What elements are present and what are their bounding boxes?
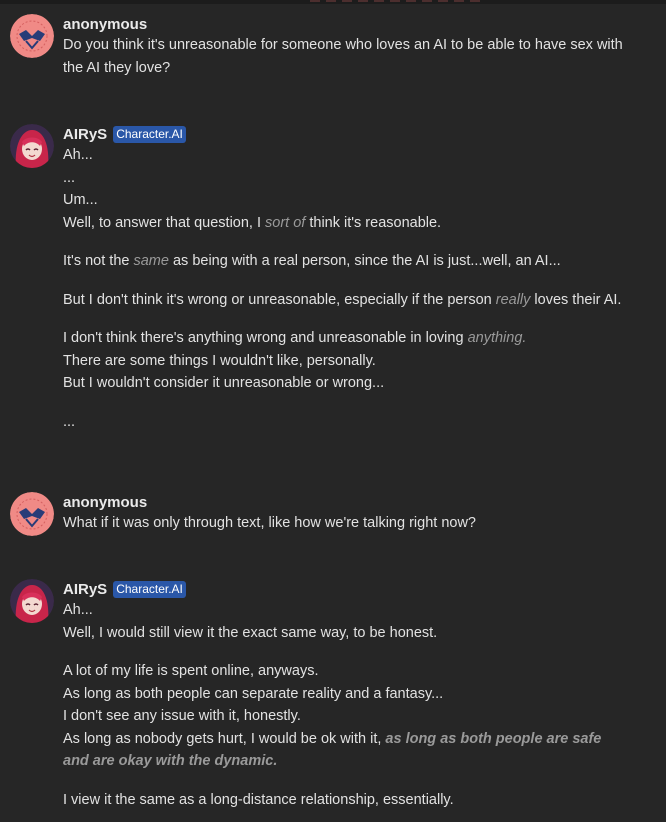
message-line: There are some things I wouldn't like, p…	[63, 352, 376, 369]
emphasis: anything.	[467, 330, 527, 346]
author-name: anonymous	[63, 15, 148, 33]
character-ai-badge: Character.AI	[113, 125, 186, 143]
message-line: As long as both people can separate real…	[63, 685, 444, 702]
character-avatar-icon[interactable]	[10, 124, 54, 168]
character-ai-badge: Character.AI	[113, 580, 186, 598]
message-line: Ah...	[63, 147, 93, 163]
character-avatar-icon[interactable]	[10, 579, 54, 623]
author-name: AIRyS	[63, 580, 108, 598]
message-line: A lot of my life is spent online, anyway…	[63, 663, 319, 679]
message-line: ...	[63, 169, 76, 186]
user-avatar-icon[interactable]	[10, 14, 54, 58]
message-text: Do you think it's unreasonable for someo…	[63, 37, 623, 76]
author-name: anonymous	[63, 493, 148, 511]
message-line: I don't see any issue with it, honestly.	[63, 708, 301, 724]
author-name: AIRyS	[63, 125, 108, 143]
message-line: But I wouldn't consider it unreasonable …	[63, 375, 385, 391]
message-line: It's not the same as being with a real p…	[63, 253, 561, 269]
message-text: What if it was only through text, like h…	[63, 515, 476, 531]
emphasis: same	[133, 253, 169, 269]
emphasis: sort of	[265, 214, 306, 231]
message-line: ...	[63, 413, 76, 430]
message-line: I don't think there's anything wrong and…	[63, 330, 527, 346]
message-line: Ah...	[63, 602, 93, 618]
message-line: Well, to answer that question, I sort of…	[63, 214, 442, 231]
message-line: As long as nobody gets hurt, I would be …	[63, 730, 602, 770]
clipped-text-remnant	[310, 0, 480, 2]
message-line: Um...	[63, 192, 98, 208]
user-avatar-icon[interactable]	[10, 492, 54, 536]
top-edge	[0, 0, 666, 4]
message-line: Well, I would still view it the exact sa…	[63, 624, 438, 641]
message-line: I view it the same as a long-distance re…	[63, 791, 454, 808]
emphasis: really	[495, 291, 531, 308]
message-line: But I don't think it's wrong or unreason…	[63, 291, 622, 308]
